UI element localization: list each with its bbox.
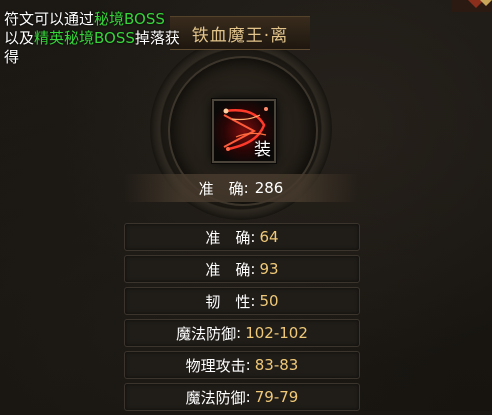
- stat-row: 准 确:93: [124, 255, 360, 283]
- item-slot[interactable]: 装: [212, 99, 276, 163]
- item-name: 铁血魔王·离: [191, 25, 289, 46]
- stat-value: 102-102: [245, 324, 308, 342]
- stat-value: 50: [259, 292, 279, 310]
- stat-value: 83-83: [254, 356, 299, 374]
- stat-row: 魔法防御:102-102: [124, 319, 360, 347]
- stat-colon: :: [250, 292, 256, 310]
- main-stat: 准 确:286: [124, 174, 358, 202]
- desc-text-1: 符文可以通过: [4, 10, 95, 28]
- stat-label: 魔法防御: [185, 388, 246, 407]
- stat-value: 93: [259, 260, 279, 278]
- stat-label: 韧 性: [205, 292, 251, 311]
- stat-row: 韧 性:50: [124, 287, 360, 315]
- stat-list: 准 确:64 准 确:93 韧 性:50 魔法防御:102-102 物理攻击:8…: [124, 223, 360, 415]
- stat-row: 魔法防御:79-79: [124, 383, 360, 411]
- stat-label: 准 确: [205, 228, 251, 247]
- stat-label: 准 确: [205, 260, 251, 279]
- stat-row: 物理攻击:83-83: [124, 351, 360, 379]
- drop-source-description: 符文可以通过秘境BOSS 以及精英秘境BOSS掉落获得: [4, 10, 194, 67]
- desc-highlight-elite-boss: 精英秘境BOSS: [34, 29, 135, 47]
- stat-colon: :: [250, 228, 256, 246]
- main-stat-colon: :: [243, 179, 249, 197]
- stat-colon: :: [245, 356, 251, 374]
- stat-colon: :: [245, 388, 251, 406]
- stat-value: 79-79: [254, 388, 299, 406]
- stat-row: 准 确:64: [124, 223, 360, 251]
- main-stat-label: 准 确: [198, 179, 244, 198]
- stat-label: 物理攻击: [185, 356, 246, 375]
- corner-ornament-icon: [452, 0, 492, 12]
- desc-text-2: 以及: [4, 29, 35, 47]
- stat-colon: :: [236, 324, 242, 342]
- desc-highlight-secret-boss: 秘境BOSS: [94, 10, 165, 28]
- main-stat-value: 286: [254, 179, 284, 197]
- equip-tag: 装: [254, 140, 271, 160]
- stat-colon: :: [250, 260, 256, 278]
- stat-value: 64: [259, 228, 279, 246]
- stat-label: 魔法防御: [176, 324, 237, 343]
